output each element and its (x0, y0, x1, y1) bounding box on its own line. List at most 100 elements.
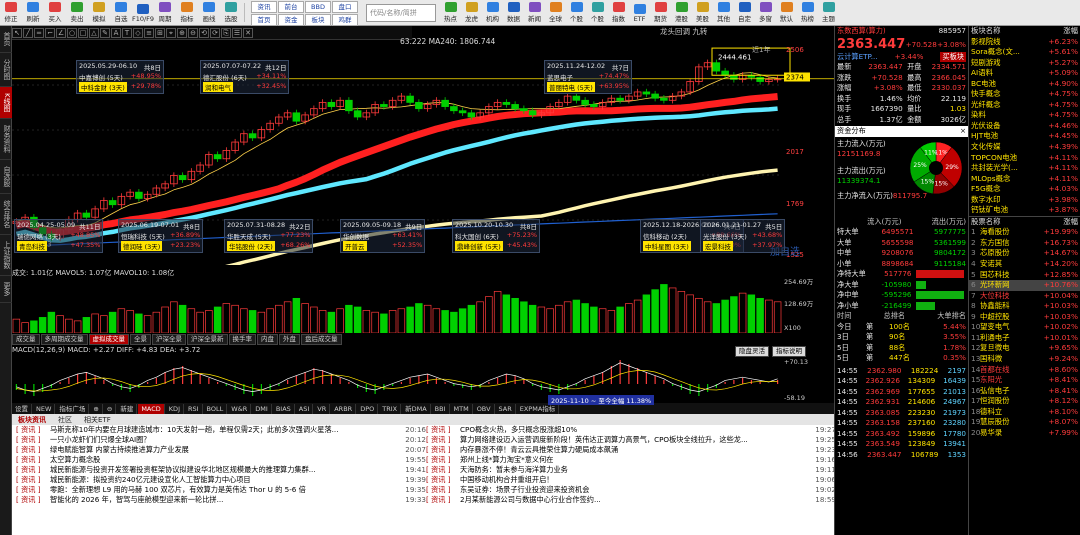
draw-tool-icon-6[interactable]: □ (78, 27, 88, 38)
toolbar-right-button-13[interactable]: 其他 (713, 0, 734, 25)
top-sector-box-2[interactable]: 2025.11.24-12.02 共7日 蓝思电子 +74.47% 普丽特电 (5天) +… (544, 60, 633, 94)
top-sector-box-0[interactable]: 2025.05.29-06.10 共8日 中嘉博创 (5天) +48.95% 中科金财 … (76, 60, 165, 94)
period-label[interactable]: 近1年 (752, 45, 770, 54)
toolbar-button-10[interactable]: 选股 (220, 0, 242, 25)
sector-item[interactable]: 短剧游戏 +5.27% (969, 58, 1080, 69)
leftnav-item-4[interactable]: 自选股 (0, 160, 12, 194)
volume-subtab-0[interactable]: 成交量 (12, 334, 40, 345)
toolbar-right-button-6[interactable]: 个股 (566, 0, 587, 25)
draw-tool-icon-19[interactable]: ⎘ (221, 27, 231, 38)
indicator-tab-12[interactable]: BIAS (273, 403, 295, 414)
toolbar-right-button-0[interactable]: 热点 (440, 0, 461, 25)
sector-item[interactable]: 文化传媒 +4.39% (969, 142, 1080, 153)
toolbar-button-9[interactable]: 画线 (198, 0, 220, 25)
indicator-tab-6[interactable]: MACD (138, 403, 165, 414)
sector-item[interactable]: 染料 +4.75% (969, 110, 1080, 121)
stock-item[interactable]: 4 安诺其 +14.20% (969, 259, 1080, 270)
toolbar-right-button-4[interactable]: 新闻 (524, 0, 545, 25)
draw-tool-icon-18[interactable]: ⟳ (210, 27, 220, 38)
toolbar-button-7[interactable]: 周期 (154, 0, 176, 25)
leftnav-item-1[interactable]: 分时图 (0, 53, 12, 87)
indicator-tab-0[interactable]: 设置 (12, 403, 32, 414)
news-item[interactable]: [ 资讯 ] 内存暴涨不停！青云云具推荣住算力硬局成本飙涌 19:23 (426, 445, 836, 455)
news-item[interactable]: [ 资讯 ] 智能化的 2026 年，智驾与座舱模型迎来新一轮比拼... 19:33 (16, 495, 426, 505)
bottom-sector-box-3[interactable]: 2025.09.05-09.18 共9日 华创数据 +63.41% 开普云 +52.35% (340, 219, 426, 253)
toolbar-button-5[interactable]: 自选 (110, 0, 132, 25)
draw-tool-icon-9[interactable]: A (111, 27, 121, 38)
news-item[interactable]: [ 资讯 ] 一只小龙虾们们只爆全球AI圈？ 20:12 (16, 435, 426, 445)
buy-sector-button[interactable]: 买板块 (940, 51, 966, 62)
news-item[interactable]: [ 资讯 ] 算力网络建设迈入运营调度新阶段！英伟达正调算力高景气，CPO板块全线… (426, 435, 836, 445)
news-item[interactable]: [ 资讯 ] 绿电赋能智算 内蒙古持续推进算力产业发展 20:07 (16, 445, 426, 455)
indicator-tab-16[interactable]: DPO (357, 403, 379, 414)
draw-tool-icon-0[interactable]: ↖ (12, 27, 22, 38)
volume-subtab-5[interactable]: 沪深全景新 (187, 334, 228, 345)
toolbar-right-button-7[interactable]: 个股 (587, 0, 608, 25)
indicator-tab-4[interactable]: ⊖ (104, 403, 117, 414)
indicator-tab-17[interactable]: TRIX (379, 403, 402, 414)
news-item[interactable]: [ 资讯 ] 2月某新能源公司与数据中心行业合作签约... 18:59 (426, 495, 836, 505)
draw-tool-icon-3[interactable]: ⌐ (45, 27, 55, 38)
top-sector-box-1[interactable]: 2025.07.07-07.22 共12日 德汇股份 (6天) +34.11% 润和电气… (200, 60, 290, 94)
stock-item[interactable]: 3 芯原股份 +14.67% (969, 248, 1080, 259)
stock-item[interactable]: 9 中超控股 +10.03% (969, 312, 1080, 323)
draw-tool-icon-10[interactable]: T (122, 27, 132, 38)
draw-tool-icon-5[interactable]: ○ (67, 27, 77, 38)
stock-item[interactable]: 8 协鑫能科 +10.03% (969, 301, 1080, 312)
toolbar-right-button-15[interactable]: 多窗 (755, 0, 776, 25)
news-item[interactable]: [ 资讯 ] 城民新能源与投资开发签署投资框架协议拟建设华北地区规模最大的推理算力… (16, 465, 426, 475)
news-tab-2[interactable]: 相关ETF (78, 415, 117, 425)
toolbar-right-button-18[interactable]: 主题 (818, 0, 839, 25)
toolbar-tab-1[interactable]: 前台 (278, 1, 304, 13)
toolbar-right-button-14[interactable]: 自定 (734, 0, 755, 25)
stock-item[interactable]: 16 弘信电子 +8.41% (969, 386, 1080, 397)
volume-subtab-1[interactable]: 多周期成交量 (40, 334, 88, 345)
stock-item[interactable]: 18 德科立 +8.10% (969, 407, 1080, 418)
quote-sub-etf[interactable]: 云计算ETP... (837, 52, 878, 63)
indicator-tab-19[interactable]: BBI (432, 403, 450, 414)
toolbar-search-input[interactable]: 代码/名称/简拼 (366, 4, 436, 22)
toolbar-button-6[interactable]: F10/F9 (132, 0, 154, 25)
indicator-tab-9[interactable]: BOLL (204, 403, 228, 414)
indicator-tab-8[interactable]: RSI (185, 403, 203, 414)
toolbar-tab-5[interactable]: 资金 (278, 14, 304, 26)
toolbar-right-button-9[interactable]: ETF (629, 0, 650, 25)
toolbar-button-3[interactable]: 卖出 (66, 0, 88, 25)
macd-btn-0[interactable]: 隐盘灵活 (735, 346, 769, 357)
toolbar-tab-6[interactable]: 板块 (305, 14, 331, 26)
sector-item[interactable]: MLOps概念 +4.11% (969, 174, 1080, 185)
bottom-sector-box-2[interactable]: 2025.07.31-08.28 共22日 华胜天成 (5天) +77.23% 华铭股份… (224, 219, 314, 253)
indicator-tab-14[interactable]: VR (314, 403, 331, 414)
sector-item[interactable]: HJT电池 +4.45% (969, 131, 1080, 142)
draw-tool-icon-8[interactable]: ✎ (100, 27, 110, 38)
toolbar-button-4[interactable]: 模拟 (88, 0, 110, 25)
news-item[interactable]: [ 资讯 ] 零跑：全新理想 L9 用的马赫 100 双芯片，有效算力是英伟达 T… (16, 485, 426, 495)
stock-item[interactable]: 10 望变电气 +10.02% (969, 322, 1080, 333)
stock-item[interactable]: 19 慧辰股份 +8.07% (969, 417, 1080, 428)
toolbar-right-button-17[interactable]: 热榜 (797, 0, 818, 25)
volume-subtab-8[interactable]: 外盘 (279, 334, 300, 345)
toolbar-button-8[interactable]: 指标 (176, 0, 198, 25)
toolbar-tab-7[interactable]: 鸡群 (332, 14, 358, 26)
bottom-sector-box-6[interactable]: 2026.01.21-01.27 共5日 光洋股份 (3天) +43.68% 宏景科技 +… (700, 219, 786, 253)
toolbar-tab-2[interactable]: BBD (305, 1, 331, 13)
indicator-tab-21[interactable]: OBV (474, 403, 495, 414)
draw-tool-icon-15[interactable]: ⊕ (177, 27, 187, 38)
toolbar-right-button-1[interactable]: 龙虎 (461, 0, 482, 25)
stock-item[interactable]: 6 光环新网 +10.76% (969, 280, 1080, 291)
indicator-tab-10[interactable]: W&R (228, 403, 252, 414)
leftnav-item-3[interactable]: 财务资料 (0, 119, 12, 160)
stock-item[interactable]: 15 东阳光 +8.41% (969, 375, 1080, 386)
stock-item[interactable]: 5 国芯科技 +12.85% (969, 270, 1080, 281)
leftnav-item-5[interactable]: 综合排名 (0, 194, 12, 235)
sector-item[interactable]: F5G概念 +4.03% (969, 184, 1080, 195)
toolbar-right-button-12[interactable]: 美股 (692, 0, 713, 25)
fund-close-icon[interactable]: × (960, 126, 966, 137)
indicator-tab-1[interactable]: NEW (33, 403, 56, 414)
draw-tool-icon-12[interactable]: ≡ (144, 27, 154, 38)
news-item[interactable]: [ 资讯 ] 郑州上线*算力淘宝*意义何在 19:16 (426, 455, 836, 465)
leftnav-item-2[interactable]: K线图 (0, 87, 12, 119)
news-item[interactable]: [ 资讯 ] 中国移动机构合并重组开启！ 19:06 (426, 475, 836, 485)
indicator-tab-18[interactable]: 新DMA (402, 403, 431, 414)
news-item[interactable]: [ 资讯 ] CPO概念火热，多只概念股涨超10% 19:27 (426, 425, 836, 435)
